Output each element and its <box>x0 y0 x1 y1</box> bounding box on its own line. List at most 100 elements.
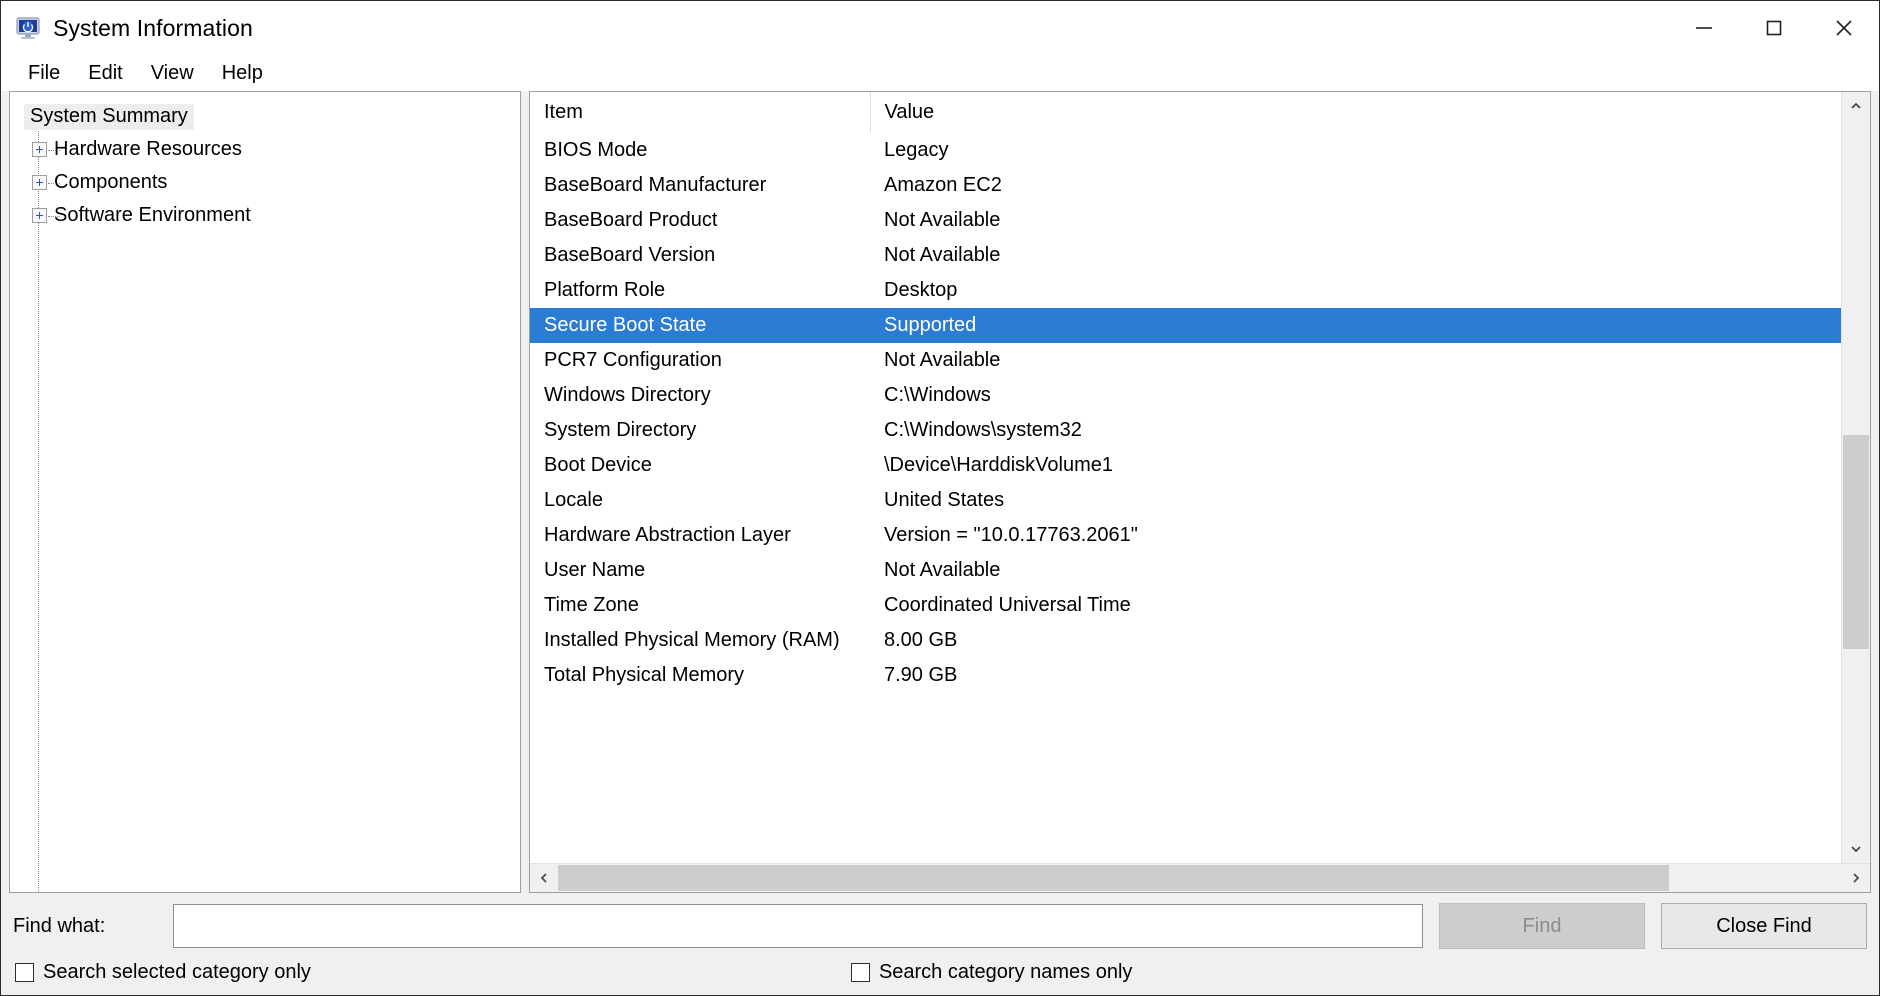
computer-monitor-icon <box>15 15 41 41</box>
cell-value: Not Available <box>870 343 1841 378</box>
vertical-scroll-thumb[interactable] <box>1843 435 1869 650</box>
cell-item: BIOS Mode <box>530 133 870 169</box>
tree-connector-line <box>38 126 40 892</box>
cell-item: Locale <box>530 483 870 518</box>
sidebar-item-label: Hardware Resources <box>54 138 242 161</box>
cell-value: C:\Windows <box>870 378 1841 413</box>
expander-cell <box>24 142 54 157</box>
horizontal-scrollbar[interactable] <box>530 863 1870 892</box>
cell-item: Total Physical Memory <box>530 658 870 693</box>
cell-item: Time Zone <box>530 588 870 623</box>
plus-icon[interactable] <box>32 175 47 190</box>
cell-value: Not Available <box>870 238 1841 273</box>
find-row: Find what: Find Close Find <box>13 903 1867 949</box>
minimize-icon[interactable] <box>1669 1 1739 55</box>
scroll-down-icon[interactable] <box>1842 835 1870 863</box>
window-controls <box>1669 1 1879 55</box>
column-header-item[interactable]: Item <box>530 92 870 133</box>
vertical-scrollbar[interactable] <box>1841 92 1870 863</box>
table-row[interactable]: Secure Boot StateSupported <box>530 308 1841 343</box>
cell-item: BaseBoard Manufacturer <box>530 168 870 203</box>
table-row[interactable]: Windows DirectoryC:\Windows <box>530 378 1841 413</box>
details-list-inner: Item Value BIOS ModeLegacyBaseBoard Manu… <box>530 92 1870 863</box>
cell-item: Hardware Abstraction Layer <box>530 518 870 553</box>
cell-value: Coordinated Universal Time <box>870 588 1841 623</box>
title-bar: System Information <box>1 1 1879 55</box>
search-input[interactable] <box>173 904 1423 948</box>
details-table: Item Value BIOS ModeLegacyBaseBoard Manu… <box>530 92 1841 693</box>
find-bar: Find what: Find Close Find Search select… <box>1 893 1879 995</box>
table-row[interactable]: BaseBoard ProductNot Available <box>530 203 1841 238</box>
cell-item: Windows Directory <box>530 378 870 413</box>
find-what-label: Find what: <box>13 915 173 938</box>
cell-value: Not Available <box>870 203 1841 238</box>
search-category-names-only-checkbox[interactable]: Search category names only <box>851 961 1132 984</box>
sidebar-item-label: Components <box>54 171 167 194</box>
table-row[interactable]: Platform RoleDesktop <box>530 273 1841 308</box>
find-button[interactable]: Find <box>1439 903 1645 949</box>
plus-icon[interactable] <box>32 142 47 157</box>
table-row[interactable]: Total Physical Memory7.90 GB <box>530 658 1841 693</box>
details-list-pane: Item Value BIOS ModeLegacyBaseBoard Manu… <box>529 91 1871 893</box>
table-body: BIOS ModeLegacyBaseBoard ManufacturerAma… <box>530 133 1841 694</box>
menu-item-file[interactable]: File <box>15 59 73 88</box>
cell-value: Desktop <box>870 273 1841 308</box>
table-row[interactable]: PCR7 ConfigurationNot Available <box>530 343 1841 378</box>
sidebar-item-label: System Summary <box>24 104 194 130</box>
sidebar-item-system-summary[interactable]: System Summary <box>10 100 520 133</box>
cell-value: Legacy <box>870 133 1841 169</box>
menu-item-view[interactable]: View <box>138 59 207 88</box>
sidebar-item-software-environment[interactable]: Software Environment <box>10 199 520 232</box>
table-row[interactable]: Installed Physical Memory (RAM)8.00 GB <box>530 623 1841 658</box>
checkbox-box[interactable] <box>851 963 870 982</box>
table-row[interactable]: System DirectoryC:\Windows\system32 <box>530 413 1841 448</box>
table-row[interactable]: LocaleUnited States <box>530 483 1841 518</box>
close-find-button[interactable]: Close Find <box>1661 903 1867 949</box>
category-tree-pane: System Summary Hardware Resources Compon… <box>9 91 521 893</box>
table-row[interactable]: User NameNot Available <box>530 553 1841 588</box>
horizontal-scroll-thumb[interactable] <box>558 865 1669 891</box>
cell-item: User Name <box>530 553 870 588</box>
cell-item: BaseBoard Product <box>530 203 870 238</box>
system-information-window: System Information File Edit View Help <box>0 0 1880 996</box>
cell-item: Secure Boot State <box>530 308 870 343</box>
cell-value: Not Available <box>870 553 1841 588</box>
table-row[interactable]: Hardware Abstraction LayerVersion = "10.… <box>530 518 1841 553</box>
checkbox-label: Search selected category only <box>43 961 311 984</box>
scroll-right-icon[interactable] <box>1842 864 1870 892</box>
category-tree: System Summary Hardware Resources Compon… <box>10 92 520 232</box>
cell-value: 8.00 GB <box>870 623 1841 658</box>
cell-value: United States <box>870 483 1841 518</box>
cell-item: Installed Physical Memory (RAM) <box>530 623 870 658</box>
column-header-value[interactable]: Value <box>870 92 1841 133</box>
table-row[interactable]: BaseBoard VersionNot Available <box>530 238 1841 273</box>
cell-value: \Device\HarddiskVolume1 <box>870 448 1841 483</box>
maximize-icon[interactable] <box>1739 1 1809 55</box>
table-row[interactable]: Boot Device\Device\HarddiskVolume1 <box>530 448 1841 483</box>
search-selected-category-only-checkbox[interactable]: Search selected category only <box>15 961 311 984</box>
sidebar-item-label: Software Environment <box>54 204 251 227</box>
cell-value: Version = "10.0.17763.2061" <box>870 518 1841 553</box>
vertical-scroll-track[interactable] <box>1842 120 1870 835</box>
table-row[interactable]: Time ZoneCoordinated Universal Time <box>530 588 1841 623</box>
scroll-left-icon[interactable] <box>530 864 558 892</box>
menu-item-edit[interactable]: Edit <box>75 59 135 88</box>
checkbox-box[interactable] <box>15 963 34 982</box>
details-list-body: Item Value BIOS ModeLegacyBaseBoard Manu… <box>530 92 1841 863</box>
sidebar-item-components[interactable]: Components <box>10 166 520 199</box>
window-title: System Information <box>53 15 253 42</box>
menu-item-help[interactable]: Help <box>209 59 276 88</box>
horizontal-scroll-track[interactable] <box>558 864 1842 892</box>
sidebar-item-hardware-resources[interactable]: Hardware Resources <box>10 133 520 166</box>
tree-connector-dash <box>48 150 60 152</box>
table-row[interactable]: BIOS ModeLegacy <box>530 133 1841 169</box>
table-row[interactable]: BaseBoard ManufacturerAmazon EC2 <box>530 168 1841 203</box>
close-icon[interactable] <box>1809 1 1879 55</box>
cell-value: 7.90 GB <box>870 658 1841 693</box>
plus-icon[interactable] <box>32 208 47 223</box>
cell-item: Boot Device <box>530 448 870 483</box>
cell-value: Supported <box>870 308 1841 343</box>
scroll-up-icon[interactable] <box>1842 92 1870 120</box>
expander-cell <box>24 175 54 190</box>
tree-connector-dash <box>48 216 60 218</box>
